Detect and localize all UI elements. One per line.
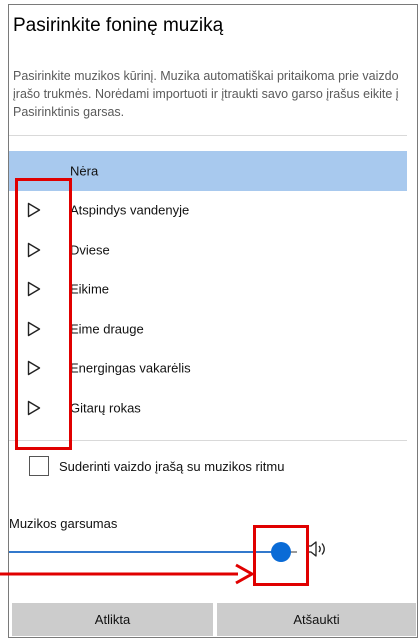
dialog-title: Pasirinkite foninę muziką: [13, 15, 224, 36]
list-item-label: Eikime: [70, 281, 110, 297]
list-item[interactable]: Atspindys vandenyje: [9, 191, 407, 231]
play-icon[interactable]: [27, 360, 41, 376]
cancel-button[interactable]: Atšaukti: [217, 603, 416, 636]
list-item[interactable]: Energingas vakarėlis: [9, 349, 407, 389]
done-button[interactable]: Atlikta: [12, 603, 213, 636]
list-item-none[interactable]: Nėra: [9, 151, 407, 191]
play-icon[interactable]: [27, 400, 41, 416]
list-item-label: Eime drauge: [70, 321, 144, 337]
play-icon[interactable]: [27, 242, 41, 258]
list-item[interactable]: Dviese: [9, 230, 407, 270]
list-item[interactable]: Eikime: [9, 270, 407, 310]
list-item-label: Nėra: [70, 163, 99, 179]
slider-thumb[interactable]: [271, 542, 291, 562]
list-item-label: Atspindys vandenyje: [70, 202, 190, 218]
sync-beat-label: Suderinti vaizdo įrašą su muzikos ritmu: [59, 458, 285, 474]
play-icon[interactable]: [27, 281, 41, 297]
list-item-label: Dviese: [70, 242, 110, 258]
slider-fill: [9, 551, 281, 553]
sync-beat-checkbox[interactable]: [29, 456, 49, 476]
play-icon[interactable]: [27, 321, 41, 337]
volume-label: Muzikos garsumas: [9, 516, 118, 531]
play-icon[interactable]: [27, 202, 41, 218]
dialog-description: Pasirinkite muzikos kūrinį. Muzika autom…: [13, 69, 399, 119]
list-item[interactable]: Eime drauge: [9, 309, 407, 349]
list-item-label: Gitarų rokas: [70, 400, 141, 416]
divider-bottom: [9, 440, 407, 441]
music-list: Nėra Atspindys vandenyje Dviese Eikime E…: [9, 151, 407, 428]
volume-slider[interactable]: [9, 540, 297, 564]
sync-beat-option[interactable]: Suderinti vaizdo įrašą su muzikos ritmu: [29, 456, 284, 476]
divider-top: [9, 135, 407, 136]
speaker-icon[interactable]: [305, 539, 329, 559]
list-item-label: Energingas vakarėlis: [70, 360, 191, 376]
list-item[interactable]: Gitarų rokas: [9, 388, 407, 428]
